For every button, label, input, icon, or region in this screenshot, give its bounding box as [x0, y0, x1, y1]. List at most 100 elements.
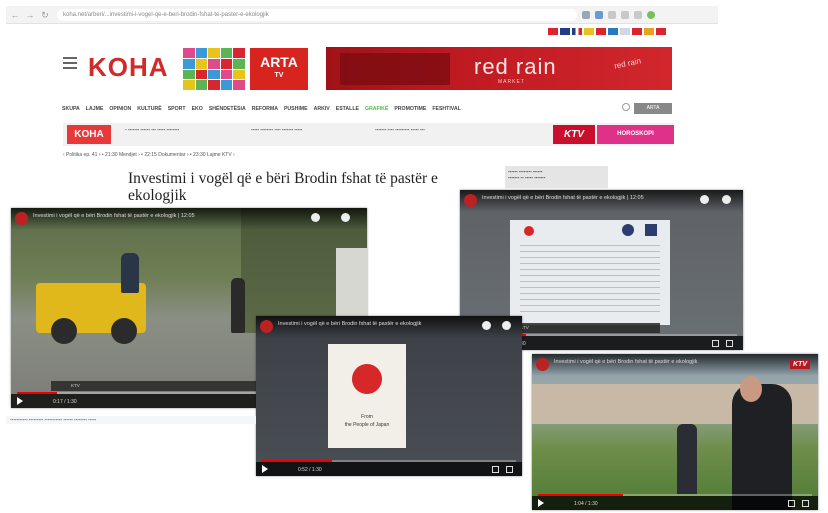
schedule-breadcrumb[interactable]: ‹ Politika ep. 41 › • 21:30 Mendjet › • … [63, 152, 563, 160]
video-player[interactable]: From the People of Japan Investimi i vog… [256, 316, 522, 476]
nav-item[interactable]: SPORT [168, 106, 186, 112]
arta-label: ARTA [260, 54, 298, 70]
fullscreen-icon[interactable] [726, 340, 733, 347]
share-icon[interactable] [502, 321, 511, 330]
nav-item[interactable]: EKO [192, 106, 203, 112]
nav-item[interactable]: PROMOTIME [394, 106, 426, 112]
side-teaser[interactable]: ▪▪▪▪▪▪ ▪▪▪▪▪▪▪▪ ▪▪▪▪▪▪ ▪▪▪▪▪▪▪ ▪▪ ▪▪▪▪▪ ▪… [505, 166, 608, 188]
nav-item[interactable]: PUSHIME [284, 106, 308, 112]
banner-subtitle: MARKET [498, 79, 525, 85]
extension-icon[interactable] [595, 10, 603, 19]
share-icon[interactable] [341, 213, 350, 222]
profile-icon[interactable] [647, 10, 655, 19]
emblem-icon [645, 224, 657, 236]
poster-text-lines [520, 245, 660, 315]
settings-icon[interactable] [712, 340, 719, 347]
site-logo[interactable]: KOHA [88, 52, 169, 83]
nav-item[interactable]: ESTALLE [336, 106, 359, 112]
video-title[interactable]: Investimi i vogël që e bëri Brodin fshat… [532, 354, 818, 376]
arta-sub: TV [274, 72, 284, 79]
reload-icon[interactable]: ↻ [39, 9, 51, 21]
share-icon[interactable] [722, 195, 731, 204]
watch-later-icon[interactable] [311, 213, 320, 222]
japan-donation-sign [328, 344, 406, 448]
flag-icon[interactable] [608, 28, 618, 35]
channel-avatar[interactable] [536, 358, 549, 371]
ktv-logo[interactable]: KTV [553, 125, 595, 144]
video-time: 0:52 / 1:30 [298, 467, 322, 473]
emblem-icon [622, 224, 634, 236]
extension-icon[interactable] [582, 10, 590, 19]
video-scene-driver [121, 253, 139, 293]
video-player[interactable]: Investimi i vogël që e bëri Brodin fshat… [532, 354, 818, 510]
channel-avatar[interactable] [15, 212, 28, 225]
channel-avatar[interactable] [260, 320, 273, 333]
flag-icon[interactable] [656, 28, 666, 35]
horoscope-button[interactable]: HOROSKOPI [597, 125, 674, 144]
ticker-item[interactable]: ▪ ▪▪▪▪▪▪▪ ▪▪▪▪▪▪ ▪▪▪ ▪▪▪▪▪ ▪▪▪▪▪▪▪▪ [125, 127, 240, 133]
extension-icon[interactable] [621, 10, 629, 19]
fullscreen-icon[interactable] [802, 500, 809, 507]
nav-item[interactable]: KULTURË [137, 106, 161, 112]
ticker-item[interactable]: ▪▪▪▪▪ ▪▪▪▪▪▪▪▪ ▪▪▪▪ ▪▪▪▪▪▪▪ ▪▪▪▪▪ [251, 127, 366, 133]
nav-item[interactable]: GRAFIKË [365, 106, 388, 112]
play-icon[interactable] [17, 397, 23, 405]
language-flags [548, 28, 666, 35]
settings-icon[interactable] [492, 466, 499, 473]
japan-flag-icon [352, 364, 382, 394]
sign-line-2: the People of Japan [344, 422, 390, 428]
channel-avatar[interactable] [464, 194, 477, 207]
video-scene-man [732, 384, 792, 510]
ticker-item[interactable]: ▪▪▪▪▪▪▪ ▪▪▪▪ ▪▪▪▪▪▪▪▪▪ ▪▪▪▪▪ ▪▪▪ [375, 127, 490, 133]
flag-icon[interactable] [620, 28, 630, 35]
watch-later-icon[interactable] [482, 321, 491, 330]
video-scene-face [740, 376, 762, 402]
page-title: Investimi i vogël që e bëri Brodin fshat… [128, 170, 438, 204]
menu-icon[interactable] [63, 57, 77, 72]
extension-icon[interactable] [634, 10, 642, 19]
flag-icon[interactable] [572, 28, 582, 35]
promo-tile-grid[interactable] [183, 48, 245, 90]
flag-icon[interactable] [596, 28, 606, 35]
sign-line-1: From [361, 414, 373, 420]
video-time: 1:04 / 1:30 [574, 501, 598, 507]
nav-item[interactable]: REFORMA [252, 106, 278, 112]
nav-item[interactable]: SKUPA [62, 106, 80, 112]
arta-tv-promo[interactable]: ARTA TV [250, 48, 308, 90]
nav-item[interactable]: OPINION [109, 106, 131, 112]
flag-icon[interactable] [644, 28, 654, 35]
search-icon[interactable] [622, 103, 630, 111]
play-icon[interactable] [262, 465, 268, 473]
video-scene-wheel [111, 318, 137, 344]
banner-image [340, 53, 450, 85]
ticker-logo[interactable]: KOHA [67, 125, 111, 144]
news-ticker: KOHA ▪ ▪▪▪▪▪▪▪ ▪▪▪▪▪▪ ▪▪▪ ▪▪▪▪▪ ▪▪▪▪▪▪▪▪… [63, 123, 674, 146]
extension-icon[interactable] [608, 10, 616, 19]
video-scene-person [231, 278, 245, 333]
settings-icon[interactable] [788, 500, 795, 507]
back-icon[interactable]: ← [9, 9, 21, 21]
main-nav: SKUPA LAJME OPINION KULTURË SPORT EKO SHËNDETË… [62, 103, 674, 115]
fullscreen-icon[interactable] [506, 466, 513, 473]
address-bar[interactable]: koha.net/arberi/...investimi-i-vogel-qe-… [57, 8, 577, 21]
nav-item[interactable]: LAJME [86, 106, 104, 112]
ad-banner[interactable]: red rain MARKET red rain [326, 47, 672, 90]
nav-item[interactable]: SHËNDETËSIA [209, 106, 246, 112]
flag-icon[interactable] [584, 28, 594, 35]
flag-icon[interactable] [632, 28, 642, 35]
nav-item[interactable]: FESHTIVAL [432, 106, 460, 112]
lower-third: KTV [51, 381, 291, 391]
nav-item[interactable]: ARKIV [314, 106, 330, 112]
video-scene-building [336, 248, 367, 318]
video-time: 0:17 / 1:30 [53, 399, 77, 405]
japan-flag-icon [524, 226, 534, 236]
forward-icon[interactable]: → [24, 9, 36, 21]
ktv-watermark: KTV [790, 360, 810, 369]
flag-icon[interactable] [548, 28, 558, 35]
nav-promo-button[interactable]: ARTA [634, 103, 672, 114]
lower-third: KTV [500, 323, 660, 333]
banner-tag: red rain [613, 56, 642, 71]
flag-icon[interactable] [560, 28, 570, 35]
watch-later-icon[interactable] [700, 195, 709, 204]
play-icon[interactable] [538, 499, 544, 507]
